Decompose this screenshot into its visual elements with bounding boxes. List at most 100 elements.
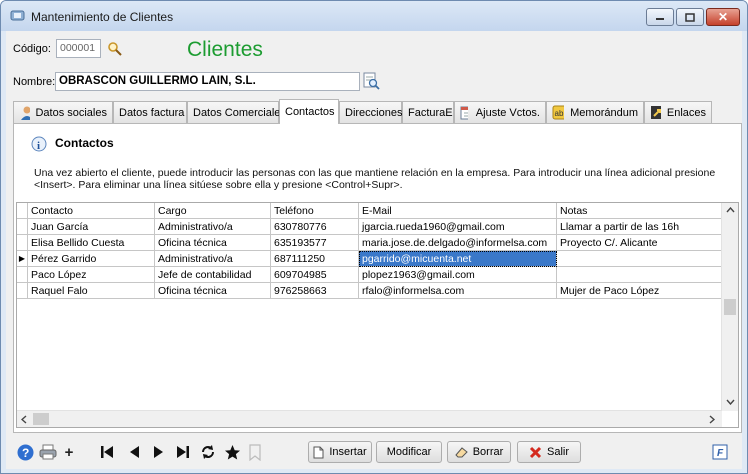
tab-datos-comerciales-label: Datos Comerciales [193,106,286,119]
maximize-icon [685,12,695,22]
cell-telefono[interactable]: 976258663 [270,282,359,299]
contacts-grid[interactable]: Contacto Cargo Teléfono E-Mail Notas Jua… [16,202,739,428]
cell-email[interactable]: rfalo@informelsa.com [358,282,557,299]
new-document-icon [313,446,324,458]
tab-datos-factura[interactable]: Datos factura [113,101,187,123]
table-row-selected[interactable]: ▶ Pérez Garrido Administrativo/a 6871112… [17,250,723,267]
tab-datos-sociales[interactable]: Datos sociales [13,101,113,123]
cell-telefono[interactable]: 635193577 [270,234,359,251]
form-icon: F [712,444,728,460]
tab-facturae[interactable]: FacturaE [402,101,454,123]
calendar-icon [460,106,468,120]
insertar-label: Insertar [329,446,367,458]
cell-contacto[interactable]: Elisa Bellido Cuesta [27,234,155,251]
modificar-label: Modificar [386,446,432,458]
client-area: Código: 000001 Clientes Nombre: OBRASCON… [6,31,742,469]
cell-cargo[interactable]: Oficina técnica [154,282,271,299]
tab-memorandum[interactable]: ab Memorándum [546,101,644,123]
tab-datos-comerciales[interactable]: Datos Comerciales [187,101,286,123]
maximize-button[interactable] [676,8,704,26]
cell-telefono[interactable]: 630780776 [270,218,359,235]
table-row[interactable]: Paco López Jefe de contabilidad 60970498… [17,266,723,283]
cell-cargo[interactable]: Administrativo/a [154,250,271,267]
cell-notas[interactable]: Mujer de Paco López [556,282,723,299]
cell-contacto[interactable]: Pérez Garrido [27,250,155,267]
document-search-icon[interactable] [362,72,380,90]
cell-email[interactable]: plopez1963@gmail.com [358,266,557,283]
help-button[interactable]: ? [16,443,34,461]
bookmark-icon [249,443,261,461]
cell-telefono[interactable]: 609704985 [270,266,359,283]
cell-notas[interactable] [556,250,723,267]
app-icon [10,10,25,21]
last-record-button[interactable] [175,443,191,461]
tab-ajuste-vctos[interactable]: Ajuste Vctos. [454,101,546,123]
horizontal-scrollbar[interactable] [17,410,722,427]
borrar-button[interactable]: Borrar [447,441,511,463]
favorite-button[interactable] [223,443,241,461]
salir-button[interactable]: Salir [517,441,581,463]
cell-email[interactable]: pgarrido@micuenta.net [358,250,557,267]
cell-notas[interactable]: Llamar a partir de las 16h [556,218,723,235]
plus-icon: + [64,443,74,461]
vertical-scroll-thumb[interactable] [724,299,736,315]
notepad-icon: ab [552,105,565,120]
close-button[interactable]: ✕ [706,8,740,26]
cell-cargo[interactable]: Administrativo/a [154,218,271,235]
cell-telefono[interactable]: 687111250 [270,250,359,267]
previous-record-button[interactable] [127,443,141,461]
print-button[interactable] [39,443,57,461]
modificar-button[interactable]: Modificar [376,441,442,463]
tab-ajuste-vctos-label: Ajuste Vctos. [475,106,540,119]
column-header-email[interactable]: E-Mail [358,203,557,219]
tab-contactos[interactable]: Contactos [279,99,339,124]
bookmark-button[interactable] [248,443,262,461]
current-row-indicator: ▶ [17,250,28,267]
exit-icon [529,446,542,458]
cell-notas[interactable] [556,266,723,283]
info-icon: i [31,136,47,152]
tab-enlaces[interactable]: Enlaces [644,101,712,123]
cell-contacto[interactable]: Juan García [27,218,155,235]
nombre-input[interactable]: OBRASCON GUILLERMO LAIN, S.L. [55,72,360,91]
table-row[interactable]: Juan García Administrativo/a 630780776 j… [17,218,723,235]
svg-text:i: i [37,140,40,152]
previous-record-icon [130,446,139,458]
refresh-button[interactable] [199,443,217,461]
codigo-label: Código: [13,43,51,55]
column-header-contacto[interactable]: Contacto [27,203,155,219]
vertical-scrollbar[interactable] [721,203,738,411]
tab-contactos-label: Contactos [285,106,335,118]
minimize-button[interactable] [646,8,674,26]
insertar-button[interactable]: Insertar [308,441,372,463]
scroll-down-icon[interactable] [726,399,735,405]
tab-strip: Datos sociales Datos factura Datos Comer… [13,99,733,124]
cell-cargo[interactable]: Oficina técnica [154,234,271,251]
svg-text:F: F [717,448,724,459]
search-icon[interactable] [107,41,123,57]
scroll-up-icon[interactable] [726,207,735,213]
cell-contacto[interactable]: Paco López [27,266,155,283]
table-row[interactable]: Raquel Falo Oficina técnica 976258663 rf… [17,282,723,299]
printer-icon [39,444,57,460]
column-header-telefono[interactable]: Teléfono [270,203,359,219]
cell-email[interactable]: jgarcia.rueda1960@gmail.com [358,218,557,235]
row-indicator [17,234,28,251]
cell-contacto[interactable]: Raquel Falo [27,282,155,299]
add-button[interactable]: + [62,443,76,461]
horizontal-scroll-thumb[interactable] [33,413,49,425]
column-header-cargo[interactable]: Cargo [154,203,271,219]
cell-cargo[interactable]: Jefe de contabilidad [154,266,271,283]
next-record-button[interactable] [152,443,166,461]
form-button[interactable]: F [712,443,728,461]
first-record-button[interactable] [99,443,115,461]
tab-direcciones[interactable]: Direcciones [339,101,402,123]
codigo-input[interactable]: 000001 [56,39,101,58]
table-row[interactable]: Elisa Bellido Cuesta Oficina técnica 635… [17,234,723,251]
scroll-left-icon[interactable] [21,415,27,424]
cell-notas[interactable]: Proyecto C/. Alicante [556,234,723,251]
column-header-notas[interactable]: Notas [556,203,723,219]
shortcut-icon [651,106,661,119]
cell-email[interactable]: maria.jose.de.delgado@informelsa.com [358,234,557,251]
scroll-right-icon[interactable] [709,415,715,424]
